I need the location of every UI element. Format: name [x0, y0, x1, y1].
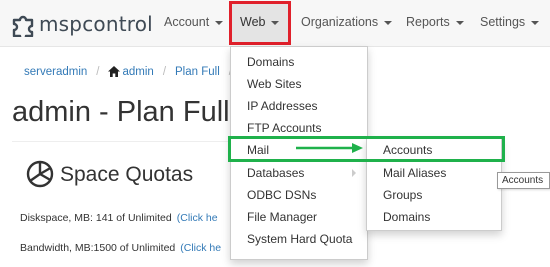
pie-chart-icon	[26, 160, 54, 188]
menu-item-system-hard-quota[interactable]: System Hard Quota	[247, 232, 352, 246]
quota-row-diskspace: Diskspace, MB: 141 of Unlimited (Click he	[20, 212, 218, 224]
page-title: admin - Plan Full	[12, 96, 230, 128]
breadcrumb: serveradmin/admin/Plan Full/	[24, 66, 241, 78]
title-divider	[12, 141, 242, 142]
menu-item-databases[interactable]: Databases	[247, 166, 304, 180]
breadcrumb-item-plan[interactable]: Plan Full	[175, 66, 220, 78]
nav-web-label: Web	[240, 15, 266, 29]
nav-web[interactable]: Web	[240, 15, 280, 29]
quota-label: Diskspace, MB: 141 of Unlimited	[20, 212, 172, 224]
menu-item-file-manager[interactable]: File Manager	[247, 210, 317, 224]
arrow-right-icon	[296, 143, 363, 153]
puzzle-logo-icon	[12, 15, 34, 37]
nav-account[interactable]: Account	[164, 15, 224, 29]
nav-settings-label: Settings	[480, 15, 526, 29]
brand-logo[interactable]: mspcontrol	[10, 10, 153, 38]
brand-name: mspcontrol	[39, 12, 153, 36]
nav-settings[interactable]: Settings	[480, 15, 540, 29]
submenu-item-domains[interactable]: Domains	[383, 210, 430, 224]
highlight-box	[228, 136, 505, 162]
nav-reports[interactable]: Reports	[406, 15, 464, 29]
space-quotas-title: Space Quotas	[60, 163, 194, 186]
quota-link[interactable]: (Click he	[177, 212, 218, 224]
menu-item-ftp-accounts[interactable]: FTP Accounts	[247, 121, 321, 135]
breadcrumb-item-serveradmin[interactable]: serveradmin	[24, 66, 87, 78]
submenu-item-groups[interactable]: Groups	[383, 188, 422, 202]
breadcrumb-item-admin[interactable]: admin	[122, 66, 153, 78]
submenu-arrow-icon	[352, 169, 356, 177]
breadcrumb-separator: /	[96, 66, 100, 78]
menu-item-odbc-dsns[interactable]: ODBC DSNs	[247, 188, 316, 202]
submenu-item-mail-aliases[interactable]: Mail Aliases	[383, 166, 446, 180]
nav-organizations[interactable]: Organizations	[301, 15, 393, 29]
home-icon	[108, 66, 121, 77]
caret-down-icon	[384, 20, 393, 25]
nav-reports-label: Reports	[406, 15, 450, 29]
quota-label: Bandwidth, MB:1500 of Unlimited	[20, 242, 176, 254]
nav-account-label: Account	[164, 15, 210, 29]
quota-link[interactable]: (Click he	[180, 242, 221, 254]
menu-item-web-sites[interactable]: Web Sites	[247, 77, 301, 91]
nav-organizations-label: Organizations	[301, 15, 379, 29]
menu-item-ip-addresses[interactable]: IP Addresses	[247, 99, 318, 113]
menu-item-domains[interactable]: Domains	[247, 55, 294, 69]
quota-row-bandwidth: Bandwidth, MB:1500 of Unlimited (Click he	[20, 242, 221, 254]
breadcrumb-separator: /	[162, 66, 167, 78]
caret-down-icon	[531, 20, 540, 25]
caret-down-icon	[455, 20, 464, 25]
caret-down-icon	[215, 20, 224, 25]
caret-down-icon	[271, 20, 280, 25]
tooltip: Accounts	[497, 172, 550, 189]
